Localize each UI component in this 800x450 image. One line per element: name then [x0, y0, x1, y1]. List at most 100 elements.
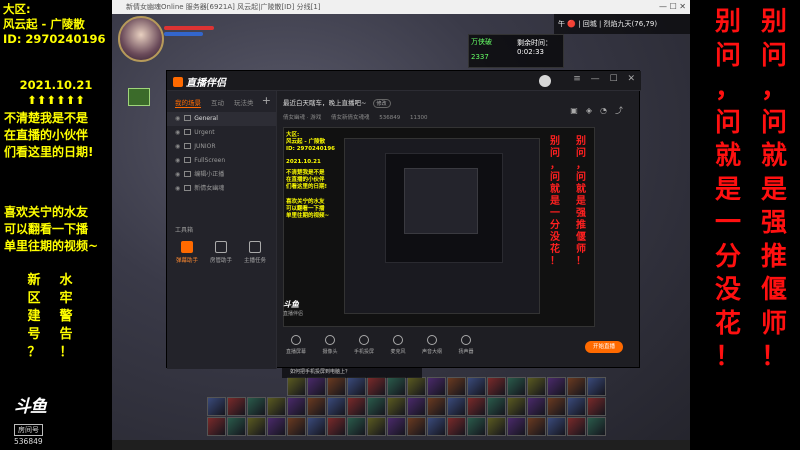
skill-slot[interactable]: [427, 377, 446, 396]
skill-slot[interactable]: [447, 377, 466, 396]
skill-slot[interactable]: [227, 397, 246, 416]
skill-slot[interactable]: [547, 397, 566, 416]
skill-slot[interactable]: [327, 417, 346, 436]
skill-slot[interactable]: [507, 417, 526, 436]
skill-slot[interactable]: [287, 417, 306, 436]
skill-slot[interactable]: [307, 417, 326, 436]
streamer-task-button[interactable]: 主播任务: [243, 241, 267, 264]
minimize-icon[interactable]: —: [591, 74, 600, 84]
edit-title-button[interactable]: 修改: [372, 99, 391, 108]
skill-slot[interactable]: [587, 377, 606, 396]
skill-slot[interactable]: [447, 417, 466, 436]
skill-slot[interactable]: [587, 417, 606, 436]
scene-item[interactable]: ◉ 编辑小正播: [167, 168, 276, 182]
skill-slot[interactable]: [467, 417, 486, 436]
nested-line: 单里往期的视频~: [286, 213, 330, 219]
maximize-icon[interactable]: ☐: [610, 74, 618, 84]
skill-slot[interactable]: [307, 397, 326, 416]
scene-item[interactable]: ◉ 新倩女幽魂: [167, 182, 276, 196]
skill-slot[interactable]: [287, 397, 306, 416]
buff-icon[interactable]: [128, 88, 150, 106]
skill-slot[interactable]: [407, 417, 426, 436]
tab-gameplay[interactable]: 玩法类: [234, 97, 254, 108]
close-icon[interactable]: ✕: [627, 74, 635, 84]
speaker-button[interactable]: 扬声器: [453, 335, 479, 355]
skill-slot[interactable]: [367, 377, 386, 396]
tab-scenes[interactable]: 我的场景: [175, 97, 201, 108]
skill-slot[interactable]: [367, 397, 386, 416]
audio-button[interactable]: 声音大纲: [419, 335, 445, 355]
scene-item[interactable]: ◉ Urgent: [167, 126, 276, 140]
eye-icon[interactable]: ◉: [175, 115, 180, 122]
eye-icon[interactable]: ◉: [175, 171, 180, 178]
skill-slot[interactable]: [547, 377, 566, 396]
skill-slot[interactable]: [287, 377, 306, 396]
skill-slot[interactable]: [267, 417, 286, 436]
skill-slot[interactable]: [427, 417, 446, 436]
microphone-button[interactable]: 麦克风: [385, 335, 411, 355]
skill-slot[interactable]: [547, 417, 566, 436]
skill-slot[interactable]: [567, 417, 586, 436]
skill-slot[interactable]: [267, 397, 286, 416]
store-icon[interactable]: ▣: [570, 106, 586, 115]
skill-slot[interactable]: [467, 377, 486, 396]
phone-cast-button[interactable]: 手机投屏: [351, 335, 377, 355]
skill-slot[interactable]: [587, 397, 606, 416]
skill-slot[interactable]: [427, 397, 446, 416]
screen-capture-button[interactable]: 直播屏幕: [283, 335, 309, 355]
start-live-button[interactable]: 开始直播: [585, 341, 623, 353]
skill-slot[interactable]: [327, 397, 346, 416]
skill-slot[interactable]: [387, 397, 406, 416]
skill-slot[interactable]: [447, 397, 466, 416]
skill-slot[interactable]: [367, 417, 386, 436]
danmu-assistant-button[interactable]: 弹幕助手: [175, 241, 199, 264]
skill-slot[interactable]: [527, 417, 546, 436]
skill-slot[interactable]: [347, 397, 366, 416]
scene-item[interactable]: ◉ FullScreen: [167, 154, 276, 168]
skill-slot[interactable]: [407, 397, 426, 416]
skill-slot[interactable]: [487, 397, 506, 416]
tab-interact[interactable]: 互动: [211, 97, 224, 108]
nested-preview-deeper: [404, 168, 478, 234]
scene-label: FullScreen: [194, 157, 226, 164]
bell-icon[interactable]: ◔: [600, 106, 615, 115]
scene-item[interactable]: ◉ JUNIOR: [167, 140, 276, 154]
skill-slot[interactable]: [307, 377, 326, 396]
eye-icon[interactable]: ◉: [175, 185, 180, 192]
skill-slot[interactable]: [247, 397, 266, 416]
camera-button[interactable]: 摄像头: [317, 335, 343, 355]
skill-slot[interactable]: [527, 377, 546, 396]
character-portrait[interactable]: [118, 16, 164, 62]
eye-icon[interactable]: ◉: [175, 143, 180, 150]
eye-icon[interactable]: ◉: [175, 157, 180, 164]
skill-slot[interactable]: [467, 397, 486, 416]
skill-slot[interactable]: [407, 377, 426, 396]
skill-slot[interactable]: [507, 397, 526, 416]
taskbar: [112, 440, 690, 450]
add-scene-button[interactable]: +: [262, 94, 271, 107]
gift-icon[interactable]: ◈: [586, 106, 600, 115]
skill-slot[interactable]: [487, 417, 506, 436]
menu-icon[interactable]: ≡: [573, 74, 581, 84]
skill-slot[interactable]: [567, 377, 586, 396]
eye-icon[interactable]: ◉: [175, 129, 180, 136]
room-manager-button[interactable]: 房管助手: [209, 241, 233, 264]
skill-slot[interactable]: [327, 377, 346, 396]
skill-slot[interactable]: [527, 397, 546, 416]
red-char: 就: [550, 184, 560, 195]
window-controls[interactable]: — ☐ ✕: [659, 0, 686, 14]
skill-slot[interactable]: [507, 377, 526, 396]
share-icon[interactable]: ⤴: [615, 106, 631, 115]
scene-item[interactable]: ◉ General: [167, 112, 276, 126]
skill-slot[interactable]: [207, 397, 226, 416]
skill-slot[interactable]: [347, 417, 366, 436]
skill-slot[interactable]: [227, 417, 246, 436]
skill-slot[interactable]: [247, 417, 266, 436]
skill-slot[interactable]: [207, 417, 226, 436]
user-avatar[interactable]: [539, 75, 551, 87]
skill-slot[interactable]: [567, 397, 586, 416]
skill-slot[interactable]: [347, 377, 366, 396]
skill-slot[interactable]: [487, 377, 506, 396]
skill-slot[interactable]: [387, 377, 406, 396]
skill-slot[interactable]: [387, 417, 406, 436]
